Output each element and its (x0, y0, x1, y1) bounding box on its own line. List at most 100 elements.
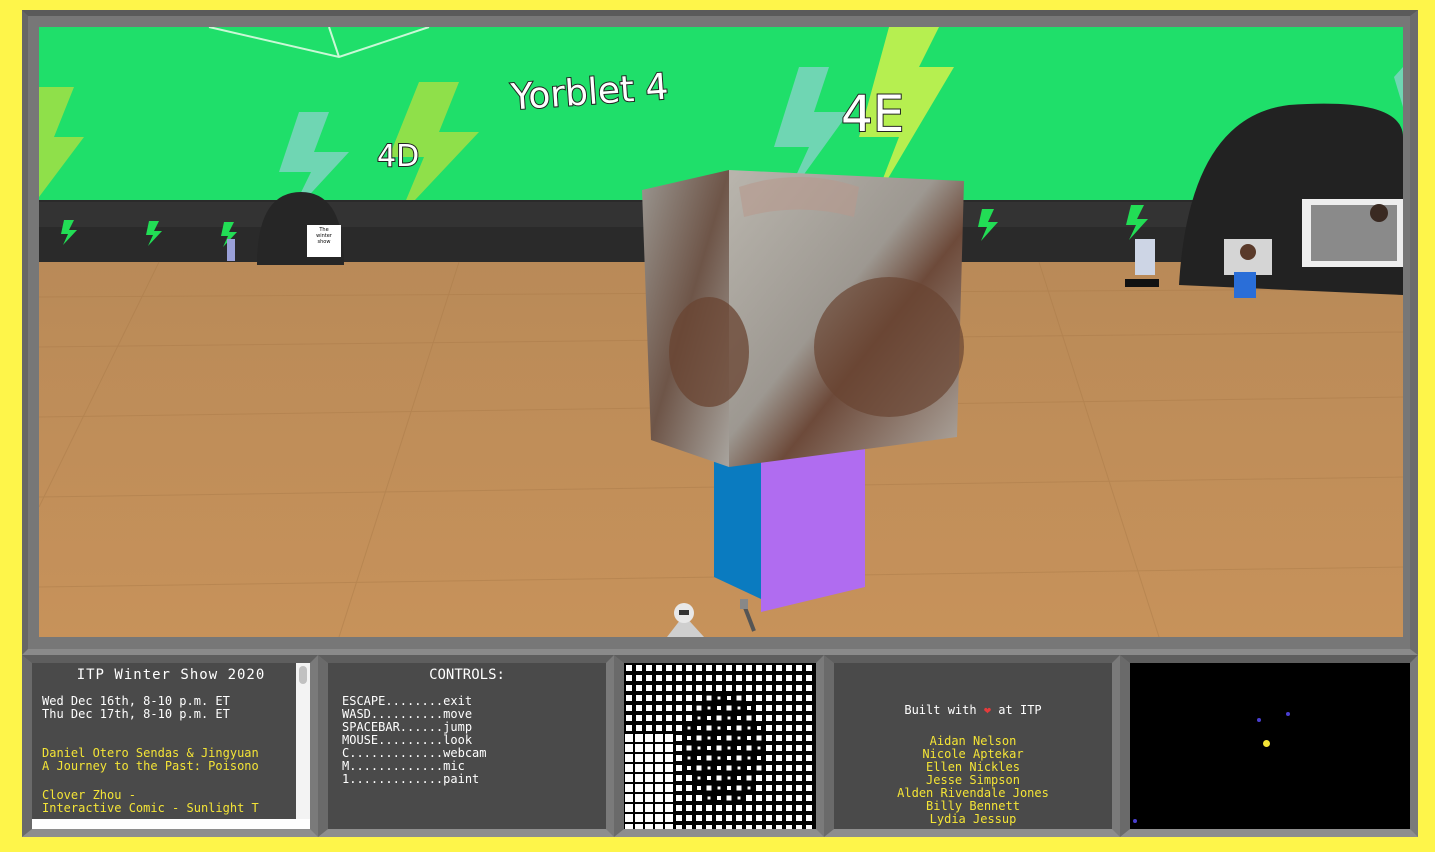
dot-cell (726, 765, 732, 771)
dot-cell (696, 695, 702, 701)
dot-cell (665, 774, 673, 782)
webcam-dot-preview (614, 655, 824, 837)
dot-cell (676, 675, 682, 681)
dot-cell (686, 665, 692, 671)
dot-cell (716, 815, 722, 821)
dot-cell (766, 825, 772, 829)
dot-cell (796, 695, 802, 701)
dot-cell (806, 695, 812, 701)
dot-cell (766, 815, 772, 821)
dot-cell (746, 685, 752, 691)
dot-cell (655, 764, 663, 772)
dot-cell (707, 796, 711, 800)
dot-cell (806, 705, 812, 711)
dot-cell (697, 776, 701, 780)
control-leader: ........ (385, 694, 444, 708)
dot-cell (676, 825, 682, 829)
project-title[interactable]: Interactive Comic - Sunlight T (32, 802, 310, 815)
dot-cell (756, 775, 762, 781)
control-action: exit (443, 694, 473, 708)
dot-cell (796, 665, 802, 671)
dot-cell (656, 685, 662, 691)
dot-cell (697, 756, 701, 760)
dot-cell (736, 675, 742, 681)
dot-cell (626, 715, 632, 721)
dot-cell (796, 765, 802, 771)
dot-cell (766, 785, 772, 791)
dot-cell (716, 715, 722, 721)
dot-cell (786, 825, 792, 829)
dot-cell (635, 784, 643, 792)
dot-cell (796, 815, 802, 821)
dot-cell (786, 815, 792, 821)
minimap-panel (1120, 655, 1418, 837)
project-title[interactable]: A Journey to the Past: Poisono (32, 760, 310, 773)
game-viewport[interactable]: Yorblet 4 4D 4E The winter show (39, 27, 1403, 637)
dot-cell (686, 695, 692, 701)
dot-cell (716, 665, 722, 671)
dot-cell (747, 756, 751, 760)
dot-cell (726, 675, 732, 681)
info-panel: ITP Winter Show 2020 Wed Dec 16th, 8-10 … (22, 655, 318, 837)
dot-cell (676, 735, 682, 741)
dot-cell (665, 824, 673, 829)
dot-cell (756, 665, 762, 671)
dot-cell (736, 665, 742, 671)
dot-cell (676, 805, 682, 811)
dot-cell (746, 825, 752, 829)
dot-cell (756, 785, 762, 791)
dot-cell (746, 745, 752, 751)
dot-cell (625, 824, 633, 829)
scroll-thumb[interactable] (299, 666, 307, 684)
info-scrollbar[interactable] (296, 663, 310, 819)
control-leader: ............. (349, 759, 444, 773)
built-suffix: at ITP (998, 703, 1042, 717)
control-action: mic (443, 759, 465, 773)
dot-cell (717, 796, 721, 800)
dot-cell (806, 805, 812, 811)
dot-cell (665, 784, 673, 792)
dot-cell (696, 705, 702, 711)
dot-cell (776, 745, 782, 751)
dot-cell (636, 665, 642, 671)
dot-cell (706, 805, 712, 811)
dot-cell (727, 776, 731, 780)
dot-cell (776, 775, 782, 781)
minimap (1130, 663, 1410, 829)
dot-cell (806, 685, 812, 691)
dot-cell (676, 685, 682, 691)
dot-cell (706, 815, 712, 821)
dot-cell (776, 715, 782, 721)
dot-cell (717, 706, 721, 710)
dot-cell (696, 805, 702, 811)
dot-cell (645, 804, 653, 812)
dot-cell (635, 744, 643, 752)
dot-cell (766, 685, 772, 691)
dot-cell (776, 695, 782, 701)
control-action: look (443, 733, 473, 747)
dot-cell (646, 695, 652, 701)
dot-cell (707, 776, 711, 780)
dot-cell (706, 695, 712, 701)
dot-cell (736, 805, 742, 811)
dot-cell (796, 805, 802, 811)
dot-cell (756, 695, 762, 701)
dot-cell (717, 786, 721, 790)
other-player-dot (1133, 819, 1137, 823)
dot-cell (645, 784, 653, 792)
dot-cell (676, 745, 682, 751)
dot-matrix (624, 663, 816, 829)
dot-cell (697, 786, 701, 790)
dot-cell (786, 765, 792, 771)
dot-cell (716, 775, 722, 781)
dot-cell (636, 695, 642, 701)
dot-cell (806, 785, 812, 791)
control-action: move (443, 707, 473, 721)
dot-cell (666, 685, 672, 691)
dot-cell (665, 814, 673, 822)
control-action: paint (443, 772, 480, 786)
dot-cell (696, 765, 702, 771)
dot-cell (766, 755, 772, 761)
dot-cell (635, 734, 643, 742)
dot-cell (746, 715, 752, 721)
